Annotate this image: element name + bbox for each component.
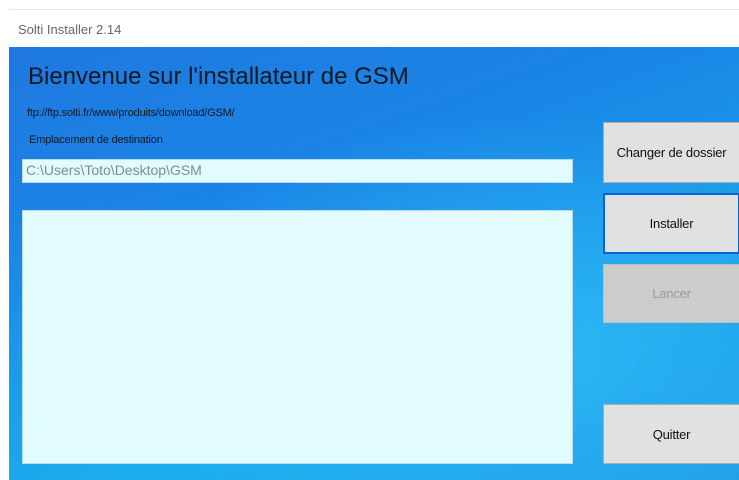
destination-path-field[interactable]: C:\Users\Toto\Desktop\GSM bbox=[22, 159, 573, 183]
launch-button[interactable]: Lancer bbox=[603, 264, 739, 323]
change-folder-button[interactable]: Changer de dossier bbox=[603, 122, 739, 183]
ftp-url-label: ftp://ftp.solti.fr/www/produits/download… bbox=[27, 107, 235, 119]
installer-window: Solti Installer 2.14 Bienvenue sur l'ins… bbox=[9, 9, 739, 480]
welcome-heading: Bienvenue sur l'installateur de GSM bbox=[28, 63, 409, 90]
window-title: Solti Installer 2.14 bbox=[18, 22, 122, 37]
installer-panel: Bienvenue sur l'installateur de GSM ftp:… bbox=[9, 47, 739, 480]
install-button[interactable]: Installer bbox=[603, 193, 739, 254]
destination-label: Emplacement de destination bbox=[29, 134, 163, 146]
title-bar[interactable]: Solti Installer 2.14 bbox=[9, 9, 739, 48]
quit-button[interactable]: Quitter bbox=[603, 404, 739, 464]
install-log-area[interactable] bbox=[22, 210, 573, 464]
